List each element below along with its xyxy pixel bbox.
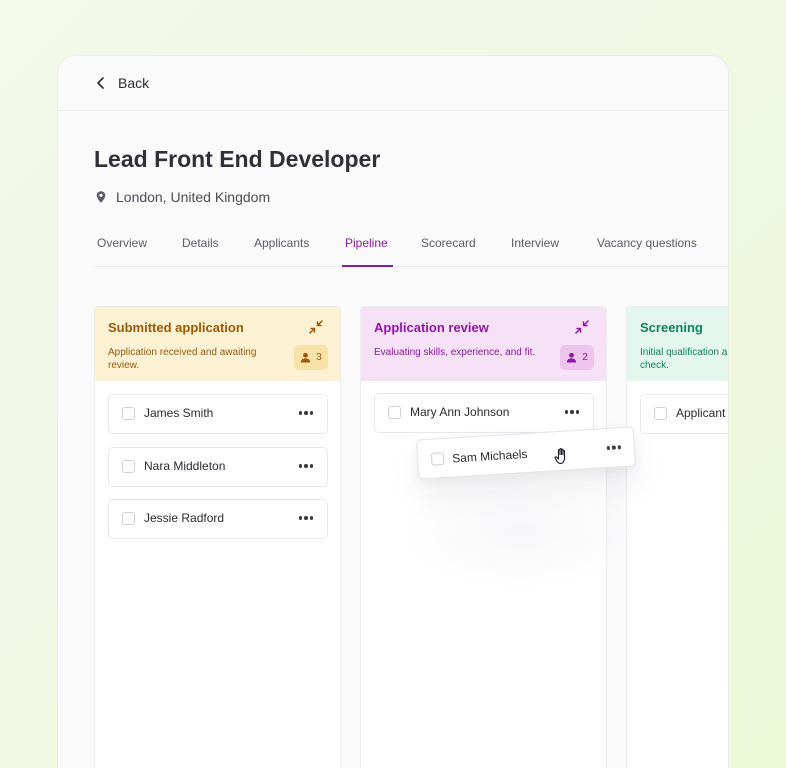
tab-scorecard[interactable]: Scorecard <box>421 236 476 250</box>
tab-applicants[interactable]: Applicants <box>254 236 309 250</box>
select-checkbox[interactable] <box>430 452 445 466</box>
collapse-arrows-icon[interactable] <box>309 320 323 334</box>
column-description: Initial qualification a check. <box>640 347 728 371</box>
pipeline-column-review: Application review Evaluating skills, ex… <box>360 306 607 768</box>
more-dots-icon[interactable] <box>562 404 582 420</box>
back-label: Back <box>118 75 150 91</box>
candidate-card[interactable]: Applicant <box>640 394 728 434</box>
tab-bar: Overview Details Applicants Pipeline Sco… <box>94 232 728 267</box>
pipeline-column-screening: Screening Initial qualification a check.… <box>626 306 728 768</box>
active-tab-indicator <box>342 265 393 267</box>
more-dots-icon[interactable] <box>603 439 624 456</box>
candidate-name: Nara Middleton <box>144 459 226 473</box>
tab-interview[interactable]: Interview <box>511 236 559 250</box>
back-button[interactable]: Back <box>94 75 149 91</box>
select-checkbox[interactable] <box>122 407 135 420</box>
person-icon <box>301 352 311 363</box>
more-dots-icon[interactable] <box>296 510 316 526</box>
candidate-name: Applicant <box>676 406 726 420</box>
count-value: 3 <box>316 352 322 363</box>
tab-vacancy-questions[interactable]: Vacancy questions <box>597 236 697 250</box>
top-bar: Back <box>58 56 728 111</box>
select-checkbox[interactable] <box>122 512 135 525</box>
job-location: London, United Kingdom <box>94 189 270 205</box>
candidate-card[interactable]: Mary Ann Johnson <box>374 393 594 433</box>
candidate-name: James Smith <box>144 406 214 420</box>
count-value: 2 <box>582 352 588 363</box>
candidate-name: Sam Michaels <box>451 446 528 466</box>
candidate-card[interactable]: Jessie Radford <box>108 499 328 539</box>
column-header: Submitted application Application receiv… <box>95 307 340 381</box>
grab-hand-icon <box>554 448 566 465</box>
more-dots-icon[interactable] <box>296 458 316 474</box>
applicant-count-badge: 2 <box>560 345 594 370</box>
select-checkbox[interactable] <box>122 460 135 473</box>
location-text: London, United Kingdom <box>116 189 271 205</box>
pipeline-column-submitted: Submitted application Application receiv… <box>94 306 341 768</box>
tab-pipeline[interactable]: Pipeline <box>345 236 388 250</box>
select-checkbox[interactable] <box>388 406 401 419</box>
candidate-name: Jessie Radford <box>144 511 225 525</box>
column-header: Screening Initial qualification a check. <box>627 307 728 381</box>
map-pin-icon <box>96 191 106 203</box>
column-description: Evaluating skills, experience, and fit. <box>374 347 536 358</box>
select-checkbox[interactable] <box>654 407 667 420</box>
tab-details[interactable]: Details <box>182 236 219 250</box>
column-header: Application review Evaluating skills, ex… <box>361 307 606 381</box>
candidate-card[interactable]: Nara Middleton <box>108 447 328 487</box>
tab-overview[interactable]: Overview <box>97 236 147 250</box>
column-title: Screening <box>640 320 703 335</box>
collapse-arrows-icon[interactable] <box>575 320 589 334</box>
applicant-count-badge: 3 <box>294 345 328 370</box>
column-title: Submitted application <box>108 320 244 335</box>
more-dots-icon[interactable] <box>296 405 316 421</box>
page-title: Lead Front End Developer <box>94 146 381 172</box>
person-icon <box>567 352 577 363</box>
app-window: Back Lead Front End Developer London, Un… <box>57 55 729 768</box>
candidate-card[interactable]: James Smith <box>108 394 328 434</box>
column-title: Application review <box>374 320 489 335</box>
candidate-name: Mary Ann Johnson <box>410 405 510 419</box>
chevron-left-icon <box>97 77 104 89</box>
column-description: Application received and awaiting review… <box>108 347 257 371</box>
